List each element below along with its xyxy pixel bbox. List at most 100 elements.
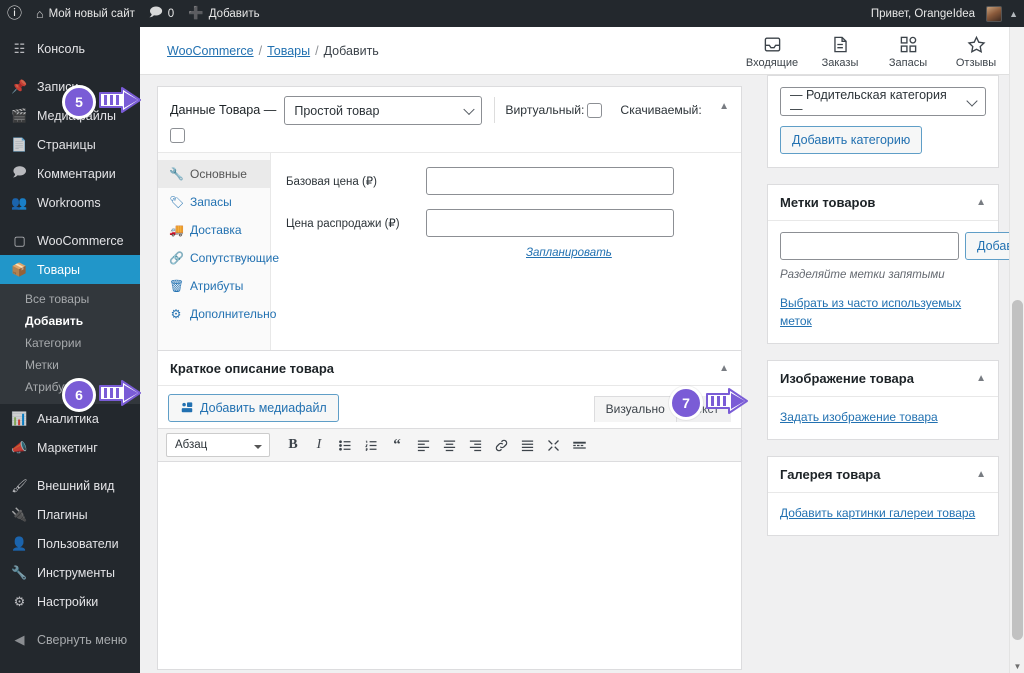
sidebar-item-marketing[interactable]: 📣 Маркетинг	[0, 433, 140, 462]
greeting-label: Привет, OrangeIdea	[870, 7, 976, 20]
stock-grid-icon	[899, 35, 918, 54]
submenu-item-all-products[interactable]: Все товары	[0, 288, 140, 310]
comments-button[interactable]: 🗩 0	[142, 0, 181, 27]
tab-label: Доставка	[190, 223, 242, 237]
product-tags-panel: Метки товаров ▲ Добавить Разделяйте метк…	[767, 184, 1024, 344]
chevron-down-icon	[463, 103, 476, 115]
nav-item-stock[interactable]: Запасы	[874, 35, 942, 75]
product-image-header: Изображение товара ▲	[768, 361, 998, 397]
tab-attributes[interactable]: 🗑 Атрибуты	[158, 272, 270, 300]
sidebar-item-comments[interactable]: 🗩 Комментарии	[0, 159, 140, 188]
schedule-sale-link[interactable]: Запланировать	[526, 247, 612, 259]
submenu-item-tags[interactable]: Метки	[0, 354, 140, 376]
submenu-item-categories[interactable]: Категории	[0, 332, 140, 354]
numbered-list-icon[interactable]	[358, 433, 384, 457]
tab-advanced[interactable]: ⚙ Дополнительно	[158, 300, 277, 328]
breadcrumb-separator: /	[315, 43, 319, 58]
sidebar-item-plugins[interactable]: 🔌 Плагины	[0, 500, 140, 529]
align-center-icon[interactable]	[436, 433, 462, 457]
tab-inventory[interactable]: 🏷 Запасы	[158, 188, 270, 216]
product-gallery-header: Галерея товара ▲	[768, 457, 998, 493]
sidebar-item-products[interactable]: 📦 Товары	[0, 255, 140, 284]
add-gallery-images-link[interactable]: Добавить картинки галереи товара	[780, 506, 975, 520]
tab-visual[interactable]: Визуально	[593, 396, 677, 422]
product-data-tabs: 🔧 Основные 🏷 Запасы 🚚 Доставка 🔗 Сопутст…	[158, 153, 279, 363]
caret-up-icon[interactable]: ▲	[719, 101, 729, 112]
set-product-image-link[interactable]: Задать изображение товара	[780, 410, 938, 424]
product-data-panel: Данные Товара — Простой товар Виртуальны…	[157, 86, 742, 364]
sidebar-item-users[interactable]: 👤 Пользователи	[0, 529, 140, 558]
bold-icon[interactable]: B	[280, 433, 306, 457]
paragraph-format-select[interactable]: Абзац	[166, 433, 270, 457]
chevron-down-icon	[254, 445, 262, 453]
regular-price-row: Базовая цена (₽)	[271, 167, 741, 195]
sidebar-item-dashboard[interactable]: ☷ Консоль	[0, 34, 140, 63]
tag-icon: 🏷	[169, 195, 185, 209]
tab-shipping[interactable]: 🚚 Доставка	[158, 216, 270, 244]
short-description-editor-area[interactable]	[158, 462, 741, 645]
collapse-arrow-icon: ◀	[14, 631, 25, 647]
italic-icon[interactable]: I	[306, 433, 332, 457]
toolbar-toggle-icon[interactable]	[566, 433, 592, 457]
blockquote-icon[interactable]: “	[384, 433, 410, 457]
add-category-button[interactable]: Добавить категорию	[780, 126, 923, 154]
sale-price-input[interactable]	[426, 209, 674, 237]
nav-item-reviews[interactable]: Отзывы	[942, 35, 1010, 75]
tab-label: Атрибуты	[190, 279, 244, 293]
choose-popular-tags-link[interactable]: Выбрать из часто используемых меток	[780, 296, 961, 328]
breadcrumb-item-products[interactable]: Товары	[267, 44, 310, 58]
virtual-checkbox[interactable]	[587, 103, 603, 119]
sidebar-item-tools[interactable]: 🔧 Инструменты	[0, 558, 140, 587]
account-menu[interactable]: Привет, OrangeIdea	[864, 0, 1009, 27]
tab-general[interactable]: 🔧 Основные	[158, 160, 270, 188]
sidebar-item-appearance[interactable]: 🖌 Внешний вид	[0, 471, 140, 500]
product-image-panel: Изображение товара ▲ Задать изображение …	[767, 360, 999, 440]
read-more-icon[interactable]	[514, 433, 540, 457]
sidebar-item-pages[interactable]: 📄 Страницы	[0, 130, 140, 159]
media-add-icon	[180, 400, 194, 417]
tag-input[interactable]	[780, 232, 959, 260]
new-content-button[interactable]: ➕ Добавить	[181, 0, 266, 27]
bulleted-list-icon[interactable]	[332, 433, 358, 457]
sidebar-item-settings[interactable]: ⚙ Настройки	[0, 587, 140, 616]
virtual-label-text: Виртуальный:	[505, 103, 585, 117]
caret-up-icon[interactable]: ▲	[1009, 9, 1024, 19]
parent-category-value: — Родительская категория —	[790, 87, 947, 116]
caret-down-icon[interactable]: ▼	[1010, 662, 1024, 671]
caret-up-icon[interactable]: ▲	[719, 363, 729, 374]
product-data-fields: Базовая цена (₽) Цена распродажи (₽) Зап…	[271, 153, 741, 363]
downloadable-checkbox[interactable]	[170, 128, 185, 144]
product-categories-body: — Родительская категория — Добавить кате…	[768, 76, 998, 167]
site-name-button[interactable]: ⌂ Мой новый сайт	[29, 0, 142, 27]
caret-up-icon[interactable]: ▲	[976, 197, 986, 208]
parent-category-select[interactable]: — Родительская категория —	[780, 87, 986, 116]
caret-up-icon[interactable]: ▲	[976, 373, 986, 384]
product-categories-panel: — Родительская категория — Добавить кате…	[767, 75, 999, 168]
submenu-item-add-product[interactable]: Добавить	[0, 310, 140, 332]
sidebar-item-label: Плагины	[37, 507, 88, 522]
fullscreen-icon[interactable]	[540, 433, 566, 457]
collapse-menu-button[interactable]: ◀ Свернуть меню	[0, 625, 140, 654]
scrollbar-thumb[interactable]	[1012, 300, 1023, 640]
breadcrumb-item-woocommerce[interactable]: WooCommerce	[167, 44, 254, 58]
nav-item-orders[interactable]: Заказы	[806, 35, 874, 75]
callout-number: 6	[62, 378, 96, 412]
align-right-icon[interactable]	[462, 433, 488, 457]
align-left-icon[interactable]	[410, 433, 436, 457]
add-media-button[interactable]: Добавить медиафайл	[168, 394, 339, 422]
wp-logo-button[interactable]: ⓘ	[0, 0, 29, 27]
product-type-select[interactable]: Простой товар	[284, 96, 483, 125]
sidebar-item-woocommerce[interactable]: ▢ WooCommerce	[0, 226, 140, 255]
regular-price-input[interactable]	[426, 167, 674, 195]
caret-up-icon[interactable]: ▲	[976, 469, 986, 480]
pin-icon: 📌	[11, 78, 28, 94]
tab-label: Сопутствующие	[190, 251, 280, 265]
insert-link-icon[interactable]	[488, 433, 514, 457]
home-icon: ⌂	[36, 6, 44, 21]
main-content: Данные Товара — Простой товар Виртуальны…	[140, 75, 1024, 673]
nav-item-inbox[interactable]: Входящие	[738, 35, 806, 75]
schedule-link-row: Запланировать	[271, 243, 741, 261]
tab-linked-products[interactable]: 🔗 Сопутствующие	[158, 244, 279, 272]
page-scrollbar[interactable]: ▼	[1009, 27, 1024, 673]
sidebar-item-workrooms[interactable]: 👥 Workrooms	[0, 188, 140, 217]
